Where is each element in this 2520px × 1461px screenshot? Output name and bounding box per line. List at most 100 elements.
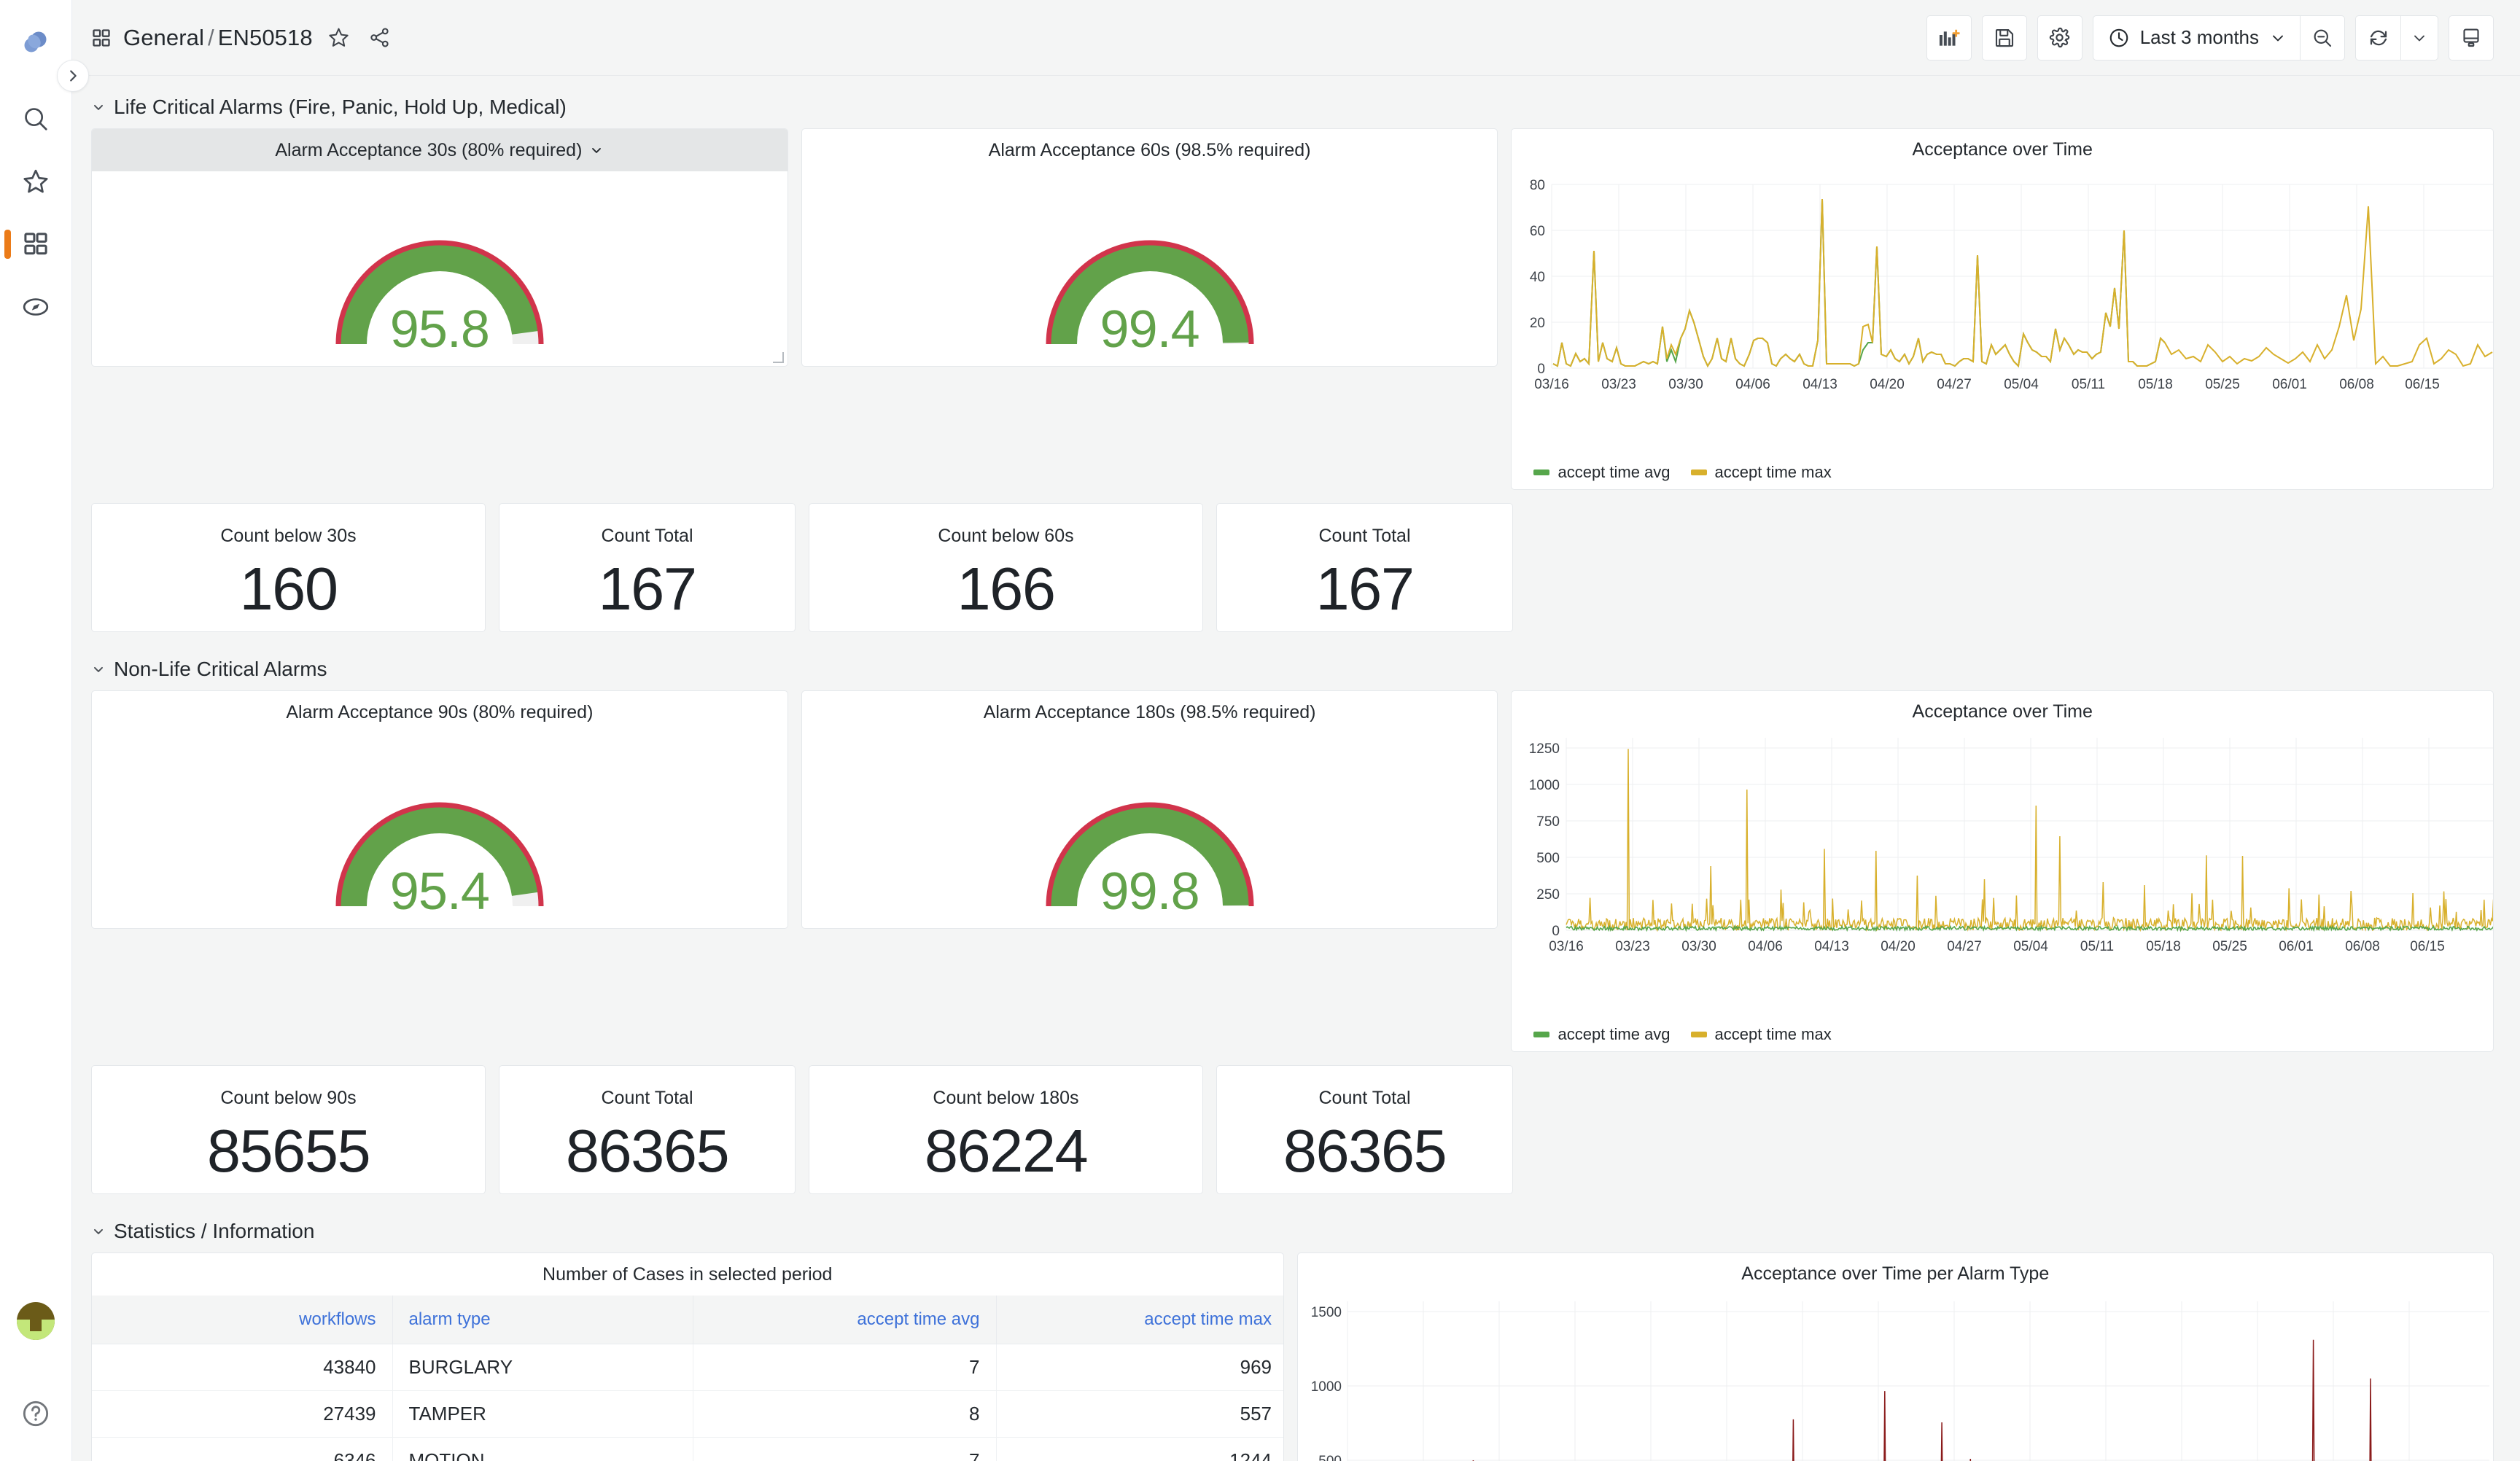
gauge-30s: 95.8 <box>92 171 788 366</box>
svg-text:60: 60 <box>1530 224 1545 239</box>
legend-item-accept-time-avg[interactable]: accept time avg <box>1533 1025 1671 1044</box>
svg-text:06/15: 06/15 <box>2406 377 2441 392</box>
sidebar-expand-toggle[interactable] <box>57 60 89 92</box>
time-range-picker[interactable]: Last 3 months <box>2092 15 2300 61</box>
panel-title-acceptance-over-time-nonlife[interactable]: Acceptance over Time <box>1512 691 2493 732</box>
grafana-logo-icon[interactable] <box>15 22 56 63</box>
stat-value: 166 <box>957 555 1056 623</box>
legend-item-accept-time-avg[interactable]: accept time avg <box>1533 463 1671 482</box>
star-outline-icon[interactable] <box>324 23 354 52</box>
panel-count-below-90s: Count below 90s 85655 <box>91 1065 486 1194</box>
breadcrumb-dashboard[interactable]: EN50518 <box>218 25 313 50</box>
dashboard-board: Life Critical Alarms (Fire, Panic, Hold … <box>72 76 2520 1461</box>
stat-value: 86365 <box>1283 1117 1447 1185</box>
kiosk-tv-icon[interactable] <box>2449 15 2494 61</box>
legend-label: accept time avg <box>1558 1025 1671 1043</box>
panel-alarm-acceptance-90s: Alarm Acceptance 90s (80% required) 95.4 <box>91 690 788 929</box>
row-statistics: Number of Cases in selected period workf… <box>91 1252 2494 1461</box>
panel-title-alarm-acceptance-30s[interactable]: Alarm Acceptance 30s (80% required) <box>92 129 788 171</box>
add-panel-icon[interactable] <box>1926 15 1972 61</box>
timeseries-plot-life[interactable]: 80 60 40 20 0 03/16 03/23 03/30 04/06 04/13 04/… <box>1512 170 2493 459</box>
help-question-icon[interactable] <box>0 1382 72 1445</box>
avatar[interactable] <box>17 1302 55 1340</box>
svg-text:05/18: 05/18 <box>2147 939 2182 954</box>
chevron-down-icon <box>91 662 106 677</box>
panel-count-total-60s: Count Total 167 <box>1216 503 1513 632</box>
table-row: 43840 BURGLARY 7 969 <box>92 1344 1283 1391</box>
breadcrumb-folder[interactable]: General <box>123 25 204 50</box>
legend-swatch <box>1690 470 1707 475</box>
svg-text:40: 40 <box>1530 270 1545 285</box>
legend-label: accept time max <box>1714 1025 1832 1043</box>
table-header-alarm-type[interactable]: alarm type <box>392 1296 693 1344</box>
timeseries-plot-nonlife[interactable]: 1250 1000 750 500 250 0 03/16 03/23 03/30 04/0… <box>1512 732 2493 1021</box>
panel-title-text: Alarm Acceptance 60s (98.5% required) <box>988 139 1311 160</box>
row-header-non-life-critical[interactable]: Non-Life Critical Alarms <box>91 648 2494 690</box>
legend-item-accept-time-max[interactable]: accept time max <box>1690 463 1832 482</box>
panel-title-text: Number of Cases in selected period <box>542 1263 833 1285</box>
clock-icon <box>2108 27 2130 49</box>
legend-acceptance-life: accept time avg accept time max <box>1512 459 2493 489</box>
chevron-down-icon <box>2269 29 2287 47</box>
time-range-group: Last 3 months <box>2092 15 2345 61</box>
svg-text:0: 0 <box>1538 362 1546 377</box>
row-header-statistics[interactable]: Statistics / Information <box>91 1210 2494 1252</box>
svg-text:20: 20 <box>1530 316 1545 331</box>
panel-count-below-60s: Count below 60s 166 <box>809 503 1203 632</box>
toolbar: Last 3 months <box>1926 15 2494 61</box>
panel-title-alarm-acceptance-60s[interactable]: Alarm Acceptance 60s (98.5% required) <box>802 129 1498 171</box>
row-header-life-critical[interactable]: Life Critical Alarms (Fire, Panic, Hold … <box>91 86 2494 128</box>
panel-resize-handle[interactable] <box>772 352 784 363</box>
panel-menu-chevron-down-icon[interactable] <box>589 143 604 157</box>
sidebar-item-starred[interactable] <box>0 150 72 213</box>
svg-text:05/11: 05/11 <box>2080 939 2114 954</box>
sidebar <box>0 0 89 1461</box>
panel-alarm-acceptance-180s: Alarm Acceptance 180s (98.5% required) 9… <box>801 690 1498 929</box>
stat-value: 86365 <box>565 1117 730 1185</box>
panel-count-below-180s: Count below 180s 86224 <box>809 1065 1203 1194</box>
svg-text:04/13: 04/13 <box>1815 939 1850 954</box>
svg-text:750: 750 <box>1537 814 1560 830</box>
table-header-accept-time-avg[interactable]: accept time avg <box>693 1296 997 1344</box>
breadcrumb-text[interactable]: General / EN50518 <box>123 25 313 51</box>
cell-accept-time-max: 969 <box>996 1344 1283 1391</box>
legend-item-accept-time-max[interactable]: accept time max <box>1690 1025 1832 1044</box>
stat-value: 160 <box>239 555 338 623</box>
dashboard-settings-gear-icon[interactable] <box>2037 15 2082 61</box>
table-header-accept-time-max[interactable]: accept time max <box>996 1296 1283 1344</box>
svg-text:06/01: 06/01 <box>2273 377 2308 392</box>
panel-number-of-cases: Number of Cases in selected period workf… <box>91 1252 1284 1461</box>
refresh-dashboard-icon[interactable] <box>2355 15 2400 61</box>
save-dashboard-button[interactable] <box>1981 15 2027 61</box>
table-header-workflows[interactable]: workflows <box>92 1296 393 1344</box>
svg-text:03/30: 03/30 <box>1669 377 1704 392</box>
zoom-out-time-range-icon[interactable] <box>2300 15 2345 61</box>
panel-title-text: Acceptance over Time <box>1912 701 2093 722</box>
stat-value: 167 <box>1315 555 1415 623</box>
cell-accept-time-max: 557 <box>996 1390 1283 1438</box>
svg-text:04/27: 04/27 <box>1948 939 1983 954</box>
svg-text:04/13: 04/13 <box>1803 377 1838 392</box>
cell-accept-time-avg: 8 <box>693 1390 997 1438</box>
stat-value: 86224 <box>924 1117 1089 1185</box>
refresh-interval-chevron-down-icon[interactable] <box>2400 15 2438 61</box>
sidebar-item-dashboards[interactable] <box>0 213 72 276</box>
row-life-critical-top: Alarm Acceptance 30s (80% required) 95.8… <box>91 128 2494 490</box>
panel-title-acceptance-per-alarm-type[interactable]: Acceptance over Time per Alarm Type <box>1298 1253 2493 1294</box>
svg-text:04/06: 04/06 <box>1736 377 1771 392</box>
panel-title-acceptance-over-time-life[interactable]: Acceptance over Time <box>1512 129 2493 170</box>
svg-text:05/04: 05/04 <box>2004 377 2039 392</box>
svg-text:03/16: 03/16 <box>1549 939 1584 954</box>
share-nodes-icon[interactable] <box>365 23 394 52</box>
stat-value: 85655 <box>206 1117 371 1185</box>
sidebar-item-search[interactable] <box>0 87 72 150</box>
chevron-down-icon <box>91 100 106 114</box>
svg-text:500: 500 <box>1318 1454 1342 1461</box>
panel-title-alarm-acceptance-180s[interactable]: Alarm Acceptance 180s (98.5% required) <box>802 691 1498 733</box>
timeseries-plot-alarm-type[interactable]: 15001000 5000 03/1603/2203/28 04/0304/09… <box>1298 1294 2493 1461</box>
svg-text:1000: 1000 <box>1310 1379 1341 1395</box>
sidebar-item-explore[interactable] <box>0 276 72 338</box>
panel-title-alarm-acceptance-90s[interactable]: Alarm Acceptance 90s (80% required) <box>92 691 788 733</box>
panel-title-number-of-cases[interactable]: Number of Cases in selected period <box>92 1253 1283 1296</box>
table-header-row: workflows alarm type accept time avg acc… <box>92 1296 1283 1344</box>
